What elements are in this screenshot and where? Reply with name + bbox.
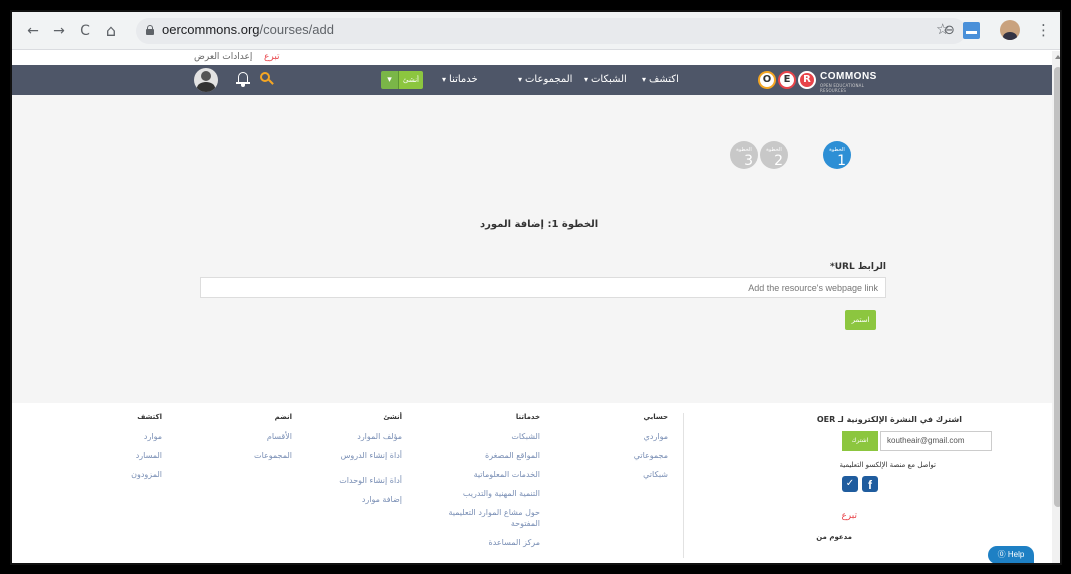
user-avatar[interactable]: [194, 68, 218, 92]
footer-link[interactable]: موارد: [131, 431, 162, 442]
facebook-icon[interactable]: f: [862, 476, 878, 492]
home-icon[interactable]: ⌂: [102, 22, 120, 40]
footer-link[interactable]: المزودون: [131, 469, 162, 480]
nav-services[interactable]: ▾ خدماتنا: [442, 74, 478, 85]
footer: حسابي مواردي مجموعاتي شبكاتي خدماتنا الش…: [12, 403, 1052, 563]
donate-link[interactable]: تبرع: [264, 52, 280, 62]
back-icon[interactable]: ←: [24, 22, 42, 40]
profile-avatar-icon[interactable]: [1000, 20, 1020, 40]
oer-commons-logo[interactable]: O E R COMMONS OPEN EDUCATIONAL RESOURCES: [758, 69, 876, 93]
step-3-indicator: الخطوة 3: [730, 141, 758, 169]
bell-icon[interactable]: [236, 71, 250, 87]
footer-link[interactable]: إضافة موارد: [339, 494, 402, 505]
footer-link[interactable]: شبكاتي: [634, 469, 668, 480]
footer-link[interactable]: مركز المساعدة: [430, 537, 541, 548]
chevron-down-icon: ▾: [518, 75, 523, 84]
address-bar[interactable]: oercommons.org/courses/add ⊖: [136, 18, 966, 44]
footer-col-account: حسابي مواردي مجموعاتي شبكاتي: [633, 413, 668, 480]
browser-window: ← → C ⌂ oercommons.org/courses/add ⊖ ☆ ⋮…: [10, 10, 1062, 565]
extension-icon[interactable]: [963, 22, 980, 39]
url-text: oercommons.org/courses/add: [162, 22, 334, 37]
footer-link[interactable]: مؤلف الموارد: [339, 431, 402, 442]
scrollbar-thumb[interactable]: [1054, 67, 1060, 507]
main-content: الخطوة 3 الخطوة 2 الخطوة 1 الخطوة 1: إضافة …: [12, 95, 1052, 403]
footer-link[interactable]: المواقع المصغرة: [430, 450, 540, 461]
utility-bar: إعدادات العرض تبرع: [12, 51, 1060, 65]
footer-col-join: انضم الأقسام المجموعات: [254, 413, 292, 461]
create-label: أنشئ: [399, 71, 423, 89]
newsletter-email-field[interactable]: koutheair@gmail.com: [880, 431, 992, 451]
footer-link[interactable]: أداة إنشاء الوحدات: [339, 475, 402, 486]
footer-link[interactable]: الخدمات المعلوماتية: [430, 469, 540, 480]
footer-link[interactable]: مجموعاتي: [634, 450, 668, 461]
footer-link[interactable]: الأقسام: [254, 431, 292, 442]
footer-link[interactable]: التنمية المهنية والتدريب: [430, 488, 540, 499]
footer-col-explore: اكتشف موارد المسارد المزودون: [131, 413, 162, 480]
forward-icon[interactable]: →: [50, 22, 68, 40]
footer-link[interactable]: المجموعات: [254, 450, 292, 461]
nav-groups[interactable]: ▾ المجموعات: [518, 74, 572, 85]
browser-toolbar: ← → C ⌂ oercommons.org/courses/add ⊖ ☆ ⋮: [12, 12, 1060, 50]
bookmark-star-icon[interactable]: ☆: [936, 20, 949, 38]
url-label: الرابط URL*: [829, 262, 886, 272]
step-title: الخطوة 1: إضافة المورد: [480, 219, 599, 230]
footer-col-services: خدماتنا الشبكات المواقع المصغرة الخدمات …: [430, 413, 540, 556]
footer-donate-link[interactable]: تبرع: [841, 511, 857, 521]
search-icon[interactable]: [260, 72, 274, 86]
help-button[interactable]: ⓪ Help: [988, 546, 1034, 563]
footer-link[interactable]: أداة إنشاء الدروس: [339, 450, 402, 461]
page-scrollbar[interactable]: [1052, 51, 1060, 563]
chevron-down-icon: ▾: [642, 75, 647, 84]
reload-icon[interactable]: C: [76, 22, 94, 40]
step-1-indicator: الخطوة 1: [823, 141, 851, 169]
footer-col-create: أنشئ مؤلف الموارد أداة إنشاء الدروس أداة…: [339, 413, 402, 505]
resource-url-input[interactable]: [200, 277, 886, 298]
continue-button[interactable]: استمر: [845, 310, 876, 330]
chevron-down-icon: ▾: [584, 75, 589, 84]
footer-link[interactable]: الشبكات: [430, 431, 540, 442]
supported-by-label: مدعوم من: [816, 533, 852, 541]
footer-divider: [683, 413, 684, 558]
lock-icon: [146, 25, 154, 35]
create-button[interactable]: ▾ أنشئ: [381, 71, 423, 89]
footer-link[interactable]: المسارد: [131, 450, 162, 461]
scroll-up-icon[interactable]: [1055, 55, 1060, 59]
newsletter-heading: اشترك في النشرة الإلكترونية لـ OER: [816, 415, 962, 424]
main-navbar: ▾ أنشئ ▾ خدماتنا ▾ المجموعات ▾ الشبكات ▾ اكت…: [12, 65, 1060, 95]
footer-link[interactable]: مواردي: [634, 431, 668, 442]
chevron-down-icon[interactable]: ▾: [381, 71, 399, 89]
subscribe-button[interactable]: اشترك: [842, 431, 878, 451]
footer-link[interactable]: حول مشاع الموارد التعليمية المفتوحة: [430, 507, 540, 529]
connect-text: تواصل مع منصة الإلكسو التعليمية: [839, 461, 936, 469]
browser-menu-icon[interactable]: ⋮: [1036, 21, 1051, 39]
nav-networks[interactable]: ▾ الشبكات: [584, 74, 627, 85]
display-settings-link[interactable]: إعدادات العرض: [194, 52, 252, 62]
twitter-icon[interactable]: ✓: [842, 476, 858, 492]
step-2-indicator: الخطوة 2: [760, 141, 788, 169]
chevron-down-icon: ▾: [442, 75, 447, 84]
nav-explore[interactable]: ▾ اكتشف: [642, 74, 679, 85]
